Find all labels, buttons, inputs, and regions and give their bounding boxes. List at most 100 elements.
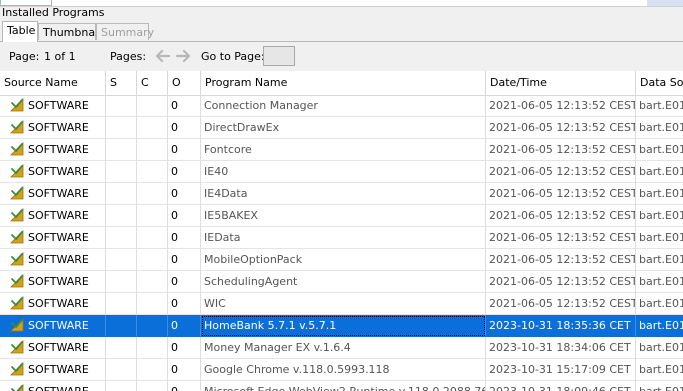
cell-s[interactable] [106,271,137,293]
cell-program-name[interactable]: MobileOptionPack [201,249,486,271]
column-header-o[interactable]: O [168,71,201,95]
table-row[interactable]: SOFTWARE 0 HomeBank 5.7.1 v.5.7.1 2023-10-3… [0,315,683,337]
table-row[interactable]: SOFTWARE 0 Fontcore 2021-06-05 12:13:52 CES… [0,139,683,161]
cell-data-source[interactable]: bart.E01 [636,293,683,315]
column-header-program-name[interactable]: Program Name [201,71,486,95]
cell-o[interactable]: 0 [168,381,201,391]
cell-c[interactable] [137,359,168,381]
cell-data-source[interactable]: bart.E01 [636,205,683,227]
cell-data-source[interactable]: bart.E01 [636,183,683,205]
cell-program-name[interactable]: SchedulingAgent [201,271,486,293]
cell-c[interactable] [137,139,168,161]
table-row[interactable]: SOFTWARE 0 IE40 2021-06-05 12:13:52 CEST bar… [0,161,683,183]
cell-o[interactable]: 0 [168,205,201,227]
cell-c[interactable] [137,117,168,139]
tab-thumbnail[interactable]: Thumbnail [38,23,101,40]
cell-data-source[interactable]: bart.E01 [636,139,683,161]
cell-program-name[interactable]: DirectDrawEx [201,117,486,139]
cell-o[interactable]: 0 [168,161,201,183]
table-row[interactable]: SOFTWARE 0 IE4Data 2021-06-05 12:13:52 CEST… [0,183,683,205]
cell-program-name[interactable]: IE5BAKEX [201,205,486,227]
cell-source-name[interactable]: SOFTWARE [0,271,106,293]
column-header-datetime[interactable]: Date/Time [486,71,636,95]
cell-datetime[interactable]: 2023-10-31 18:35:36 CET [486,315,636,337]
cell-data-source[interactable]: bart.E01 [636,359,683,381]
cell-s[interactable] [106,337,137,359]
cell-program-name[interactable]: Connection Manager [201,95,486,117]
cell-s[interactable] [106,139,137,161]
cell-datetime[interactable]: 2023-10-31 18:34:06 CET [486,337,636,359]
cell-datetime[interactable]: 2023-10-31 15:17:09 CET [486,359,636,381]
cell-c[interactable] [137,183,168,205]
cell-datetime[interactable]: 2021-06-05 12:13:52 CEST [486,161,636,183]
cell-source-name[interactable]: SOFTWARE [0,205,106,227]
cell-c[interactable] [137,249,168,271]
table-row[interactable]: SOFTWARE 0 Money Manager EX v.1.6.4 2023-10… [0,337,683,359]
table-row[interactable]: SOFTWARE 0 IEData 2021-06-05 12:13:52 CEST b… [0,227,683,249]
cell-source-name[interactable]: SOFTWARE [0,337,106,359]
cell-program-name[interactable]: WIC [201,293,486,315]
cell-c[interactable] [137,205,168,227]
column-header-source-name[interactable]: Source Name [0,71,106,95]
table-row[interactable]: SOFTWARE 0 SchedulingAgent 2021-06-05 12:13… [0,271,683,293]
table-row[interactable]: SOFTWARE 0Microsoft Edge WebView2 Runtime… [0,381,683,391]
cell-data-source[interactable]: bart.E01 [636,95,683,117]
cell-s[interactable] [106,117,137,139]
cell-data-source[interactable]: bart.E01 [636,227,683,249]
cell-datetime[interactable]: 2021-06-05 12:13:52 CEST [486,227,636,249]
cell-o[interactable]: 0 [168,227,201,249]
table-row[interactable]: SOFTWARE 0 WIC 2021-06-05 12:13:52 CEST bart… [0,293,683,315]
cell-s[interactable] [106,227,137,249]
cell-data-source[interactable]: bart.E01 [636,249,683,271]
cell-data-source[interactable]: bart.E01 [636,381,683,391]
tab-table[interactable]: Table [2,21,38,42]
cell-s[interactable] [106,381,137,391]
cell-datetime[interactable]: 2021-06-05 12:13:52 CEST [486,117,636,139]
cell-data-source[interactable]: bart.E01 [636,161,683,183]
cell-source-name[interactable]: SOFTWARE [0,249,106,271]
cell-c[interactable] [137,293,168,315]
cell-o[interactable]: 0 [168,249,201,271]
cell-source-name[interactable]: SOFTWARE [0,381,106,391]
cell-source-name[interactable]: SOFTWARE [0,139,106,161]
cell-o[interactable]: 0 [168,183,201,205]
cell-datetime[interactable]: 2021-06-05 12:13:52 CEST [486,139,636,161]
cell-program-name[interactable]: IE4Data [201,183,486,205]
cell-c[interactable] [137,381,168,391]
cell-source-name[interactable]: SOFTWARE [0,315,106,337]
cell-data-source[interactable]: bart.E01 [636,117,683,139]
cell-source-name[interactable]: SOFTWARE [0,293,106,315]
cell-c[interactable] [137,161,168,183]
cell-o[interactable]: 0 [168,337,201,359]
cell-c[interactable] [137,227,168,249]
cell-s[interactable] [106,161,137,183]
table-row[interactable]: SOFTWARE 0 Connection Manager 2021-06-05 12… [0,95,683,117]
cell-source-name[interactable]: SOFTWARE [0,227,106,249]
cell-s[interactable] [106,249,137,271]
cell-datetime[interactable]: 2021-06-05 12:13:52 CEST [486,205,636,227]
column-header-data-source[interactable]: Data Sou [636,71,683,95]
cell-datetime[interactable]: 2021-06-05 12:13:52 CEST [486,95,636,117]
cell-s[interactable] [106,359,137,381]
cell-datetime[interactable]: 2021-06-05 12:13:52 CEST [486,249,636,271]
cell-datetime[interactable]: 2021-06-05 12:13:52 CEST [486,271,636,293]
cell-o[interactable]: 0 [168,117,201,139]
cell-program-name[interactable]: Money Manager EX v.1.6.4 [201,337,486,359]
cell-o[interactable]: 0 [168,293,201,315]
cell-o[interactable]: 0 [168,359,201,381]
cell-data-source[interactable]: bart.E01 [636,337,683,359]
cell-s[interactable] [106,315,137,337]
column-header-c[interactable]: C [137,71,168,95]
cell-datetime[interactable]: 2021-06-05 12:13:52 CEST [486,183,636,205]
cell-s[interactable] [106,293,137,315]
go-to-page-input[interactable] [263,46,295,66]
table-row[interactable]: SOFTWARE 0 MobileOptionPack 2021-06-05 12:1… [0,249,683,271]
cell-source-name[interactable]: SOFTWARE [0,117,106,139]
cell-c[interactable] [137,95,168,117]
cell-data-source[interactable]: bart.E01 [636,271,683,293]
cell-source-name[interactable]: SOFTWARE [0,359,106,381]
column-header-s[interactable]: S [106,71,137,95]
cell-s[interactable] [106,183,137,205]
table-row[interactable]: SOFTWARE 0 DirectDrawEx 2021-06-05 12:13:52… [0,117,683,139]
cell-c[interactable] [137,271,168,293]
